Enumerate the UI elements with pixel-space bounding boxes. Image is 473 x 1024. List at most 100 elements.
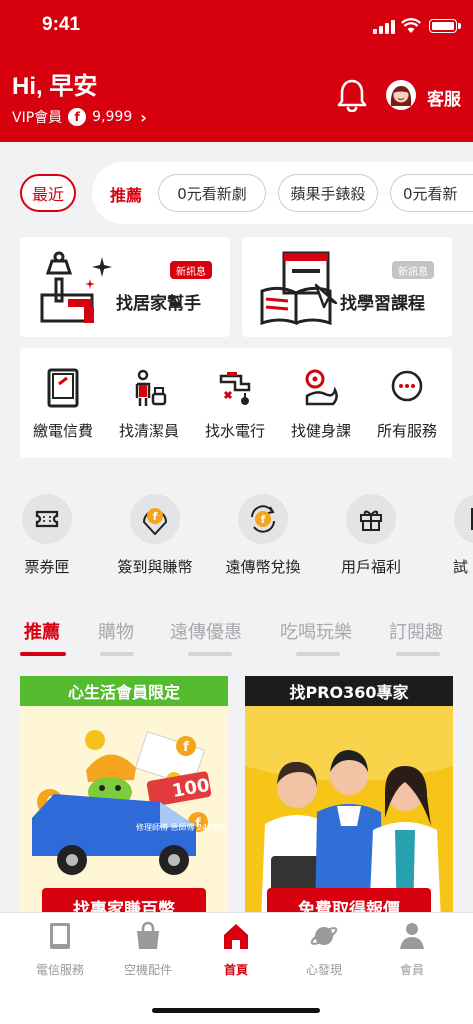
promo-card-member[interactable]: 心生活會員限定 f f f 100 修理師傅 急師傅 24HR開箱 購買 <box>20 676 228 912</box>
home-icon <box>224 924 248 949</box>
search-chip-row: 最近 推薦 0元看新劇 蘋果手錶殺 0元看新 <box>0 162 473 224</box>
coin-symbol: f <box>183 740 189 755</box>
promo-header: 找PRO360專家 <box>245 676 453 706</box>
service-label: 找水電行 <box>204 422 265 440</box>
points-value: 9,999 <box>92 109 133 125</box>
service-label: 所有服務 <box>376 422 437 440</box>
feature-card-label: 找學習課程 <box>340 294 425 314</box>
service-label: 找清潔員 <box>118 422 179 440</box>
status-bar: 9:41 <box>0 14 473 40</box>
new-message-badge: 新訊息 <box>170 261 212 279</box>
truck-text: 修理師傅 急師傅 24HR開箱 購買 <box>136 822 228 832</box>
chip-item[interactable]: 蘋果手錶殺 <box>278 174 378 212</box>
tab-shopping[interactable]: 購物 <box>98 618 134 644</box>
cellular-signal-icon <box>373 20 395 34</box>
tab-indicator <box>188 652 232 656</box>
quick-action-trial[interactable]: 試 <box>425 494 473 580</box>
home-helper-icon <box>40 251 112 323</box>
quick-action-label: 用戶福利 <box>340 558 401 576</box>
service-fitness[interactable]: 找健身課 <box>278 348 364 452</box>
chip-recent[interactable]: 最近 <box>20 174 76 212</box>
quick-action-checkin[interactable]: f 簽到與賺幣 <box>101 494 209 580</box>
chip-item[interactable]: 0元看新劇 <box>158 174 266 212</box>
tab-indicator <box>100 652 134 656</box>
member-icon <box>400 923 424 949</box>
vip-label: VIP會員 <box>12 110 63 126</box>
learning-course-icon <box>260 251 338 326</box>
feature-card-home-helper[interactable]: 新訊息 找居家幫手 <box>20 237 230 337</box>
chip-recommend-label[interactable]: 推薦 <box>110 182 142 206</box>
content-tabs: 推薦 購物 遠傳優惠 吃喝玩樂 訂閱趣 <box>0 614 473 664</box>
more-services-icon <box>391 370 423 402</box>
coin-icon: f <box>68 108 87 126</box>
shopping-bag-icon <box>137 921 159 949</box>
home-indicator <box>152 1008 320 1013</box>
experts-illustration <box>245 706 453 912</box>
feature-card-label: 找居家幫手 <box>116 294 201 314</box>
tab-recommend[interactable]: 推薦 <box>24 618 60 644</box>
service-plumber[interactable]: 找水電行 <box>192 348 278 452</box>
chip-item[interactable]: 0元看新 <box>390 174 473 212</box>
truck-illustration: f f f 100 修理師傅 急師傅 24HR開箱 購買 <box>20 706 228 912</box>
nav-member[interactable]: 會員 <box>365 921 459 981</box>
quick-action-gift[interactable]: 用戶福利 <box>317 494 425 580</box>
phone-bill-icon <box>47 368 79 408</box>
coin-exchange-icon: f <box>238 494 288 544</box>
svg-text:f: f <box>261 513 266 526</box>
plumber-icon <box>219 372 251 405</box>
battery-icon <box>429 19 461 33</box>
fitness-icon <box>305 369 338 406</box>
service-all[interactable]: 所有服務 <box>364 348 450 452</box>
promo-header: 心生活會員限定 <box>20 676 228 706</box>
nav-label: 空機配件 <box>123 963 172 977</box>
quick-action-ticket[interactable]: 票券匣 <box>0 494 101 580</box>
service-phone-bill[interactable]: 繳電信費 <box>20 348 106 452</box>
services-grid: 繳電信費 找清潔員 找水電行 找健身課 所有服務 <box>20 348 452 458</box>
promo-cta-button[interactable]: 免費取得報價 <box>267 888 431 912</box>
planet-icon <box>310 927 338 945</box>
customer-service-button[interactable]: 客服 <box>427 85 461 110</box>
tab-indicator <box>396 652 440 656</box>
nav-label: 心發現 <box>305 963 342 977</box>
tab-fetnet-deals[interactable]: 遠傳優惠 <box>170 618 242 644</box>
trial-icon <box>454 494 473 544</box>
telecom-icon <box>50 923 70 949</box>
quick-action-label: 票券匣 <box>24 558 70 576</box>
status-time: 9:41 <box>42 14 81 35</box>
notification-bell-icon[interactable] <box>336 78 368 112</box>
cleaner-icon <box>135 369 167 406</box>
nav-label: 電信服務 <box>35 963 84 977</box>
nav-devices[interactable]: 空機配件 <box>101 921 195 981</box>
checkin-coin-icon: f <box>130 494 180 544</box>
service-label: 繳電信費 <box>32 422 93 440</box>
nav-discover[interactable]: 心發現 <box>277 921 371 981</box>
app-header: 9:41 Hi, 早安 VIP會員 f 9,999 › 客服 <box>0 0 473 142</box>
quick-action-label: 簽到與賺幣 <box>117 558 193 576</box>
customer-service-avatar[interactable] <box>386 80 416 110</box>
service-label: 找健身課 <box>290 422 351 440</box>
service-cleaner[interactable]: 找清潔員 <box>106 348 192 452</box>
tab-indicator-active <box>20 652 66 656</box>
vip-points-link[interactable]: VIP會員 f 9,999 › <box>12 107 147 127</box>
chip-panel: 推薦 0元看新劇 蘋果手錶殺 0元看新 <box>92 162 473 224</box>
nav-label: 會員 <box>399 963 424 977</box>
tab-subscription[interactable]: 訂閱趣 <box>389 618 443 644</box>
promo-cta-button[interactable]: 找專家賺百幣 <box>42 888 206 912</box>
ticket-icon <box>22 494 72 544</box>
quick-action-label: 遠傳幣兌換 <box>225 558 301 576</box>
wifi-icon <box>401 18 421 33</box>
main-content: 最近 推薦 0元看新劇 蘋果手錶殺 0元看新 新訊息 找居家幫手 新訊息 找學習… <box>0 142 473 912</box>
feature-card-learning[interactable]: 新訊息 找學習課程 <box>242 237 452 337</box>
greeting-text: Hi, 早安 <box>12 73 98 100</box>
promo-card-pro360[interactable]: 找PRO360專家 免費取得報價 <box>245 676 453 912</box>
quick-action-label: 試 <box>453 558 469 576</box>
nav-home[interactable]: 首頁 <box>189 921 283 981</box>
nav-telecom[interactable]: 電信服務 <box>13 921 107 981</box>
chevron-right-icon: › <box>140 107 147 127</box>
quick-action-coin-exchange[interactable]: f 遠傳幣兌換 <box>209 494 317 580</box>
nav-label: 首頁 <box>223 963 248 977</box>
svg-text:f: f <box>153 510 158 523</box>
tab-indicator <box>296 652 340 656</box>
new-message-badge: 新訊息 <box>392 261 434 279</box>
tab-food-fun[interactable]: 吃喝玩樂 <box>280 618 352 644</box>
